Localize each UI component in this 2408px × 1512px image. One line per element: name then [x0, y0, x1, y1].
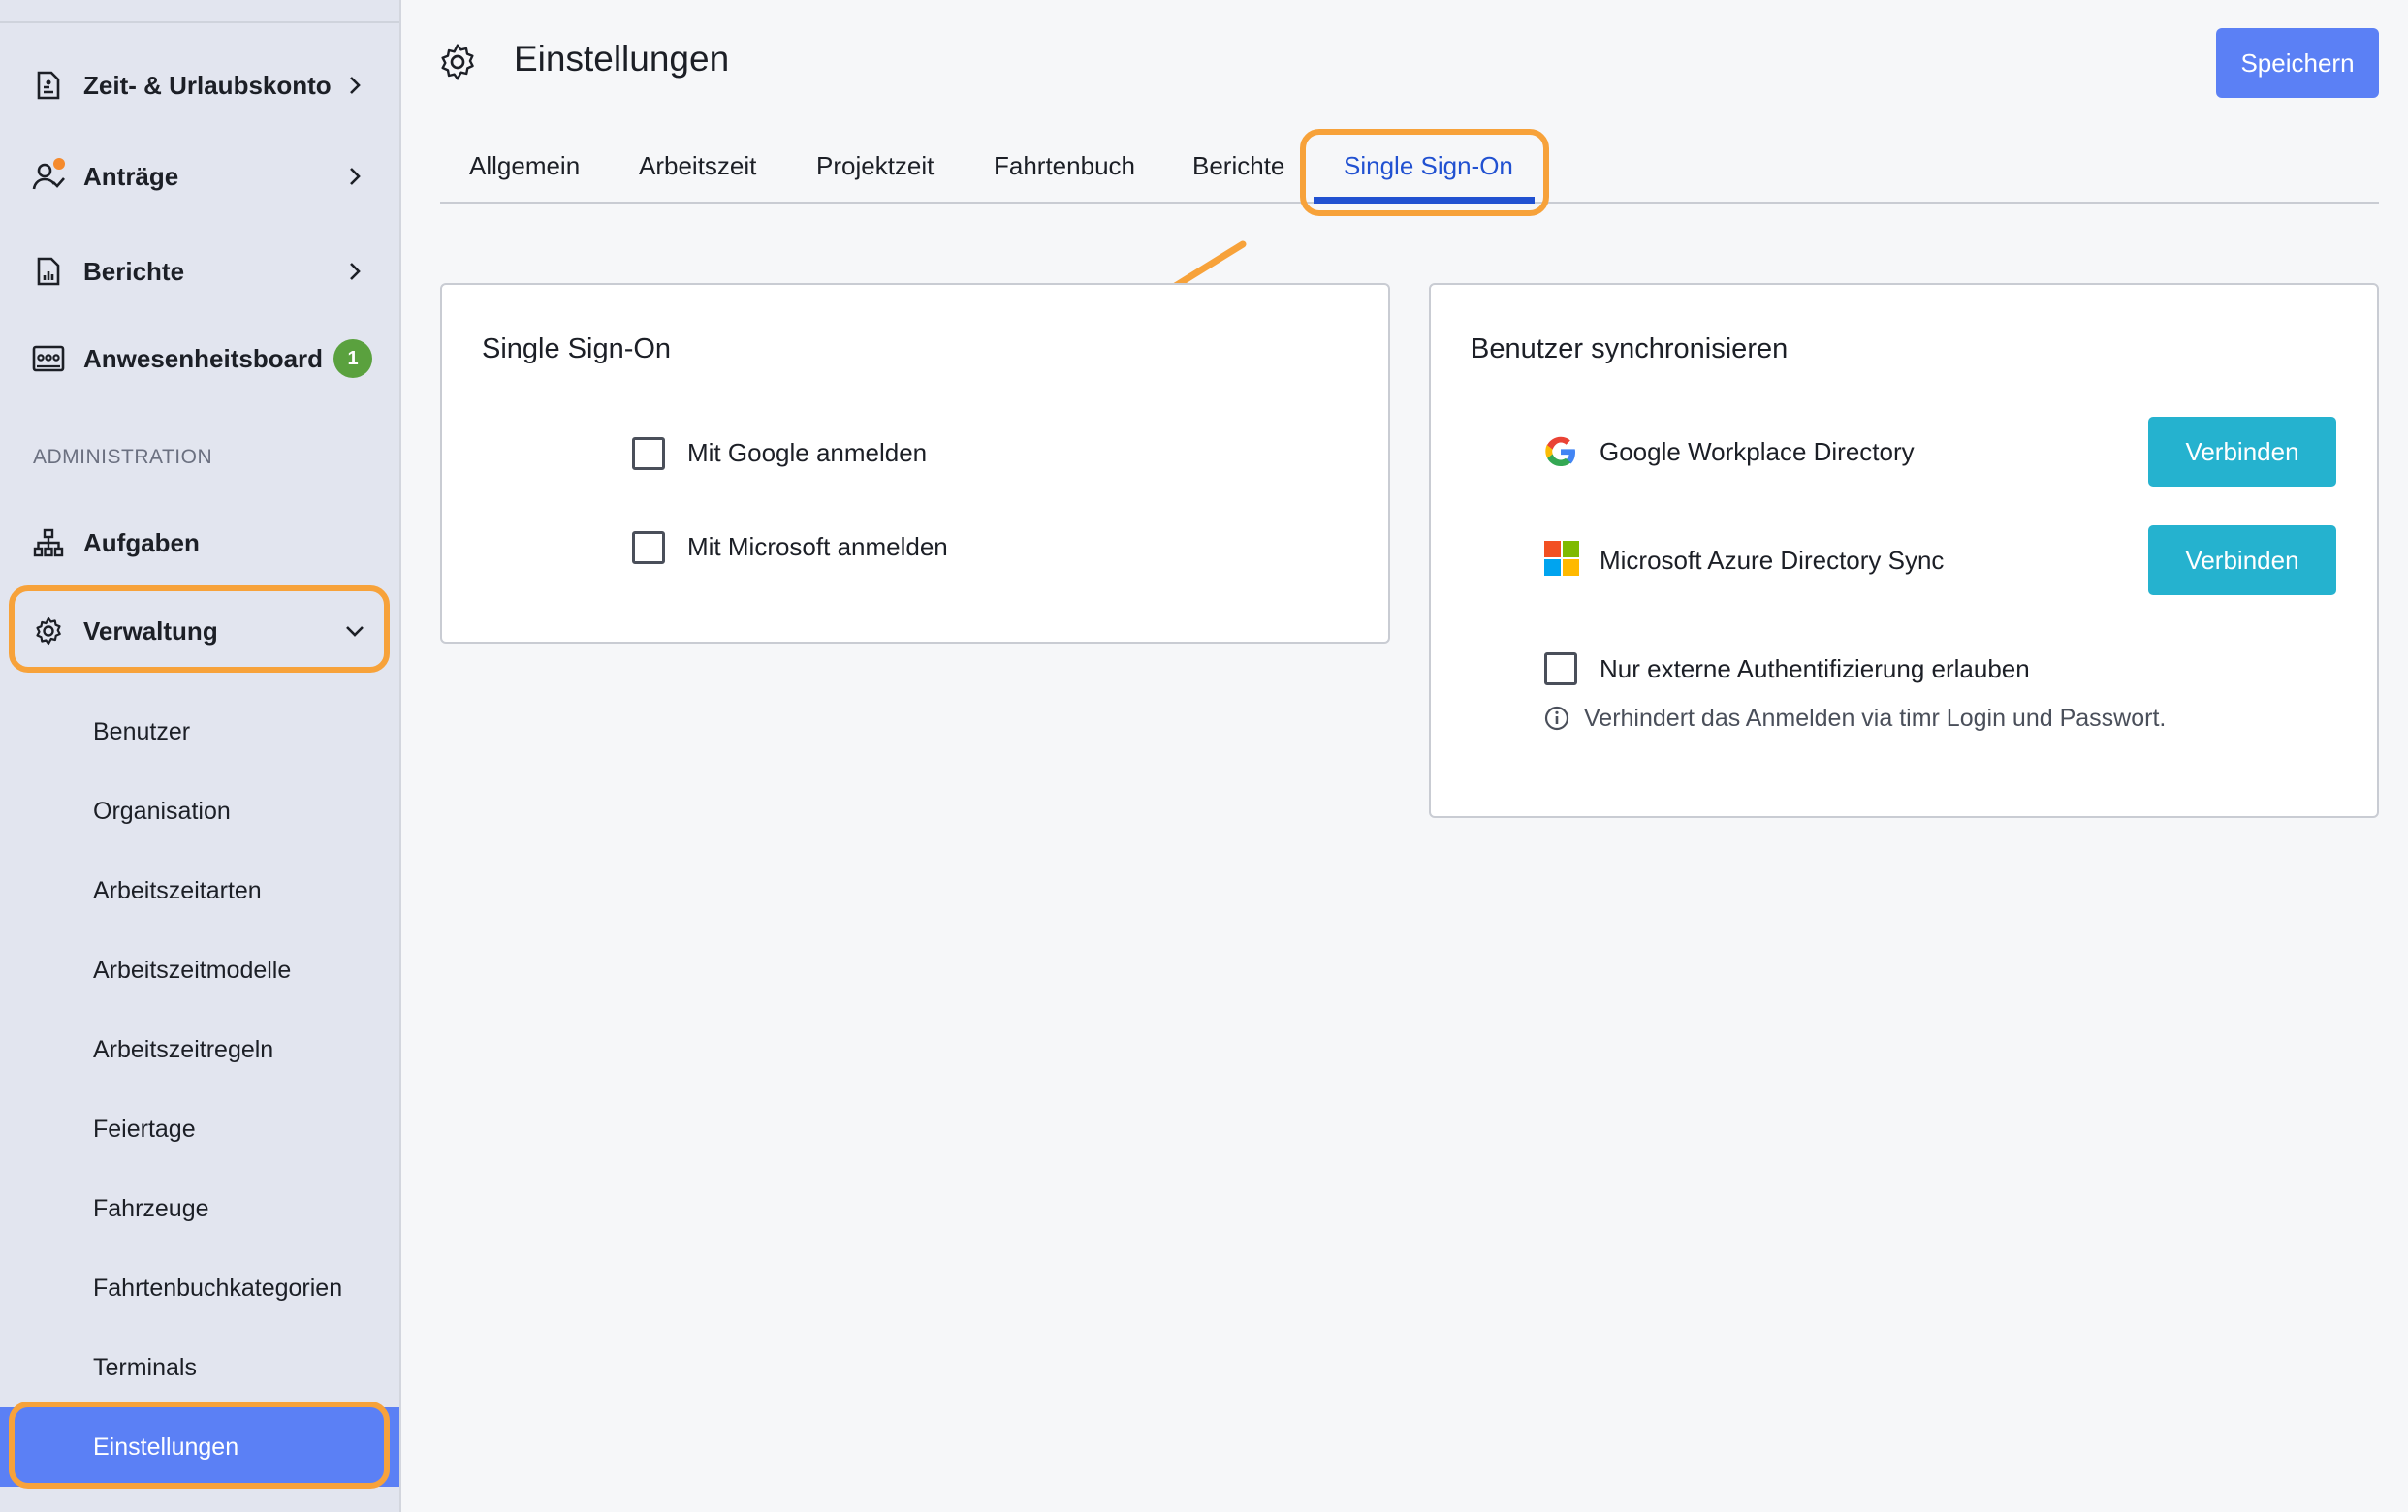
chevron-right-icon: [341, 163, 368, 190]
external-auth-hint: Verhindert das Anmelden via timr Login u…: [1584, 705, 2167, 732]
google-login-checkbox[interactable]: [632, 437, 665, 470]
sidebar-item-anwesenheitsboard[interactable]: Anwesenheitsboard 1: [0, 320, 399, 397]
sso-card: Single Sign-On Mit Google anmelden Mit M…: [440, 283, 1390, 644]
gear-icon: [32, 614, 65, 647]
google-directory-label: Google Workplace Directory: [1600, 437, 1915, 466]
tab-allgemein[interactable]: Allgemein: [469, 151, 580, 181]
google-connect-button[interactable]: Verbinden: [2148, 417, 2336, 487]
sidebar-subitem-einstellungen[interactable]: Einstellungen: [10, 1411, 390, 1483]
chevron-right-icon: [341, 258, 368, 285]
sidebar-item-label: Aufgaben: [83, 527, 200, 557]
sso-card-title: Single Sign-On: [482, 333, 672, 364]
google-icon: [1542, 433, 1579, 470]
sidebar-subitem-label: Fahrtenbuchkategorien: [93, 1274, 343, 1302]
sidebar-item-antraege[interactable]: Anträge: [0, 138, 399, 215]
sidebar-subitem-label: Arbeitszeitregeln: [93, 1035, 274, 1063]
tab-projektzeit[interactable]: Projektzeit: [816, 151, 934, 181]
sync-card-title: Benutzer synchronisieren: [1471, 333, 1789, 364]
chevron-down-icon: [341, 617, 368, 645]
attendance-board-icon: [32, 342, 65, 375]
info-icon: [1543, 705, 1570, 732]
count-badge: 1: [333, 339, 372, 378]
document-icon: [32, 69, 65, 102]
sidebar-subitem-feiertage[interactable]: Feiertage: [0, 1093, 399, 1165]
sidebar-item-label: Berichte: [83, 256, 185, 286]
sidebar-subitem-label: Organisation: [93, 797, 231, 825]
chevron-right-icon: [341, 72, 368, 99]
sidebar-subitem-organisation[interactable]: Organisation: [0, 775, 399, 847]
sidebar-subitem-label: Feiertage: [93, 1115, 196, 1143]
report-icon: [32, 255, 65, 288]
sidebar-subitem-arbeitszeitarten[interactable]: Arbeitszeitarten: [0, 855, 399, 927]
external-auth-label: Nur externe Authentifizierung erlauben: [1600, 654, 2030, 683]
sidebar-subitem-label: Arbeitszeitarten: [93, 876, 262, 904]
sidebar-subitem-fahrtenbuchkategorien[interactable]: Fahrtenbuchkategorien: [0, 1252, 399, 1324]
sidebar-item-aufgaben[interactable]: Aufgaben: [0, 504, 399, 582]
tab-berichte[interactable]: Berichte: [1192, 151, 1284, 181]
sidebar-subitem-terminals[interactable]: Terminals: [0, 1332, 399, 1403]
sidebar-item-zeitkonto[interactable]: Zeit- & Urlaubskonto: [0, 47, 399, 124]
microsoft-connect-button[interactable]: Verbinden: [2148, 525, 2336, 595]
user-check-icon: [32, 158, 65, 193]
sidebar-item-verwaltung[interactable]: Verwaltung: [0, 592, 399, 670]
sidebar-subitem-label: Arbeitszeitmodelle: [93, 956, 292, 984]
sidebar-subitem-label: Benutzer: [93, 717, 191, 745]
settings-gear-icon: [438, 43, 477, 81]
notification-dot: [53, 158, 65, 170]
sidebar-item-berichte[interactable]: Berichte: [0, 233, 399, 310]
hierarchy-icon: [32, 526, 65, 559]
sidebar: Zeit- & Urlaubskonto Anträge Berichte An…: [0, 0, 401, 1512]
section-label-administration: ADMINISTRATION: [33, 446, 213, 468]
save-button[interactable]: Speichern: [2216, 28, 2379, 98]
tab-arbeitszeit[interactable]: Arbeitszeit: [639, 151, 756, 181]
sidebar-subitem-arbeitszeitregeln[interactable]: Arbeitszeitregeln: [0, 1014, 399, 1086]
sidebar-subitem-fahrzeuge[interactable]: Fahrzeuge: [0, 1173, 399, 1244]
tab-single-sign-on[interactable]: Single Sign-On: [1344, 151, 1513, 181]
google-login-label: Mit Google anmelden: [687, 438, 928, 467]
microsoft-directory-label: Microsoft Azure Directory Sync: [1600, 546, 1945, 575]
sidebar-subitem-label: Fahrzeuge: [93, 1194, 209, 1222]
sidebar-subitem-label: Einstellungen: [93, 1433, 239, 1461]
microsoft-login-label: Mit Microsoft anmelden: [687, 532, 948, 561]
sidebar-subitem-arbeitszeitmodelle[interactable]: Arbeitszeitmodelle: [0, 934, 399, 1006]
sidebar-top-divider: [0, 21, 399, 23]
tab-fahrtenbuch[interactable]: Fahrtenbuch: [994, 151, 1135, 181]
microsoft-login-checkbox[interactable]: [632, 531, 665, 564]
page-title: Einstellungen: [514, 39, 730, 79]
microsoft-icon: [1544, 541, 1579, 576]
sidebar-item-label: Anträge: [83, 161, 179, 191]
active-tab-indicator: [1314, 197, 1535, 204]
sidebar-subitem-label: Terminals: [93, 1353, 197, 1381]
external-auth-checkbox[interactable]: [1544, 652, 1577, 685]
sidebar-item-label: Anwesenheitsboard: [83, 343, 324, 373]
sidebar-item-label: Verwaltung: [83, 615, 218, 646]
sidebar-item-label: Zeit- & Urlaubskonto: [83, 70, 332, 100]
sidebar-subitem-benutzer[interactable]: Benutzer: [0, 696, 399, 768]
